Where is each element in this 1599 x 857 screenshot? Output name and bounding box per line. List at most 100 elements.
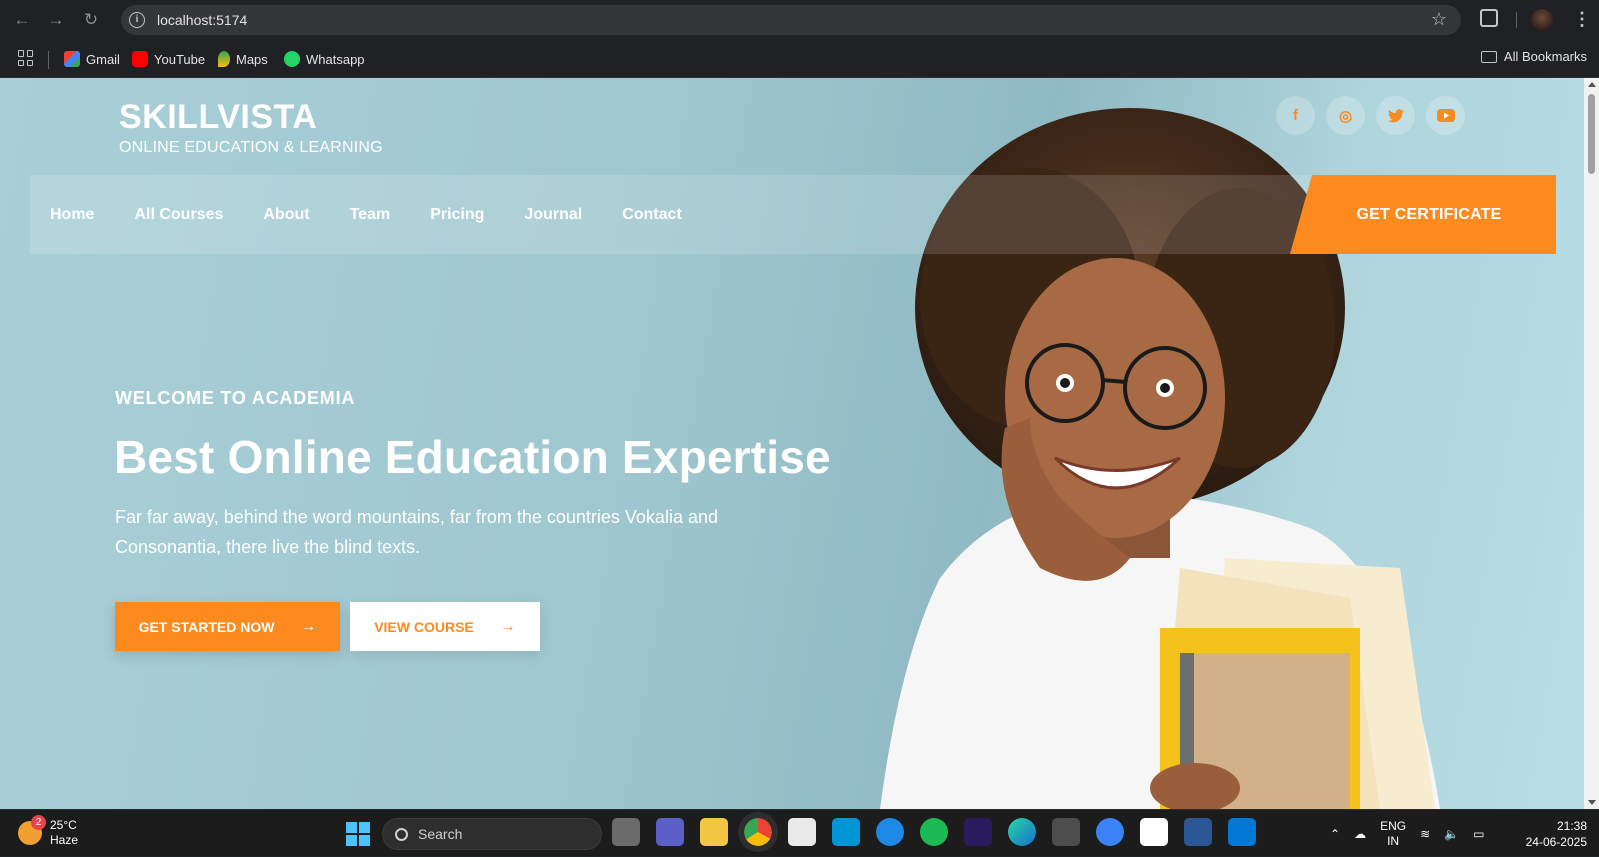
folder-icon (1480, 50, 1497, 63)
spotify-icon[interactable] (920, 818, 948, 846)
get-started-label: GET STARTED NOW (138, 618, 275, 635)
bookmark-label: Whatsapp (306, 51, 365, 67)
all-bookmarks-label: All Bookmarks (1503, 49, 1587, 64)
bookmarks-bar: Gmail YouTube Maps Whatsapp All Bookmark… (0, 40, 1599, 78)
youtube-icon[interactable] (1426, 96, 1465, 135)
bookmark-label: Maps (236, 51, 268, 67)
vscode-icon[interactable] (1228, 818, 1256, 846)
page-scrollbar[interactable] (1584, 78, 1599, 809)
nav-contact[interactable]: Contact (622, 206, 682, 224)
nav-home[interactable]: Home (50, 206, 94, 224)
address-url[interactable]: localhost:5174 (157, 12, 247, 28)
instagram-icon[interactable]: ◎ (1326, 96, 1365, 135)
bookmark-youtube[interactable]: YouTube (132, 49, 205, 69)
view-course-label: VIEW COURSE (374, 618, 474, 635)
chevron-up-icon[interactable]: ⌃ (1330, 827, 1340, 841)
gmail-icon (64, 51, 80, 67)
file-explorer-icon[interactable] (700, 818, 728, 846)
task-view-icon[interactable] (612, 818, 640, 846)
nav-links: Home All Courses About Team Pricing Jour… (50, 175, 682, 254)
get-started-button[interactable]: GET STARTED NOW → (115, 602, 340, 651)
whatsapp-icon (284, 51, 300, 67)
weather-desc: Haze (50, 833, 79, 847)
arrow-right-icon: → (300, 617, 317, 635)
chrome-icon[interactable] (738, 812, 778, 852)
browser-toolbar: ← → ↻ i localhost:5174 ☆ ⋮ (0, 0, 1599, 40)
youtube-play-glyph (1436, 109, 1455, 122)
system-tray: ⌃ ☁ ENG IN ≋ 🔈 ▭ (1330, 810, 1484, 857)
extensions-icon[interactable] (1480, 9, 1498, 27)
browser-menu-icon[interactable]: ⋮ (1573, 8, 1591, 30)
scroll-up-icon[interactable] (1588, 82, 1596, 87)
all-bookmarks[interactable]: All Bookmarks (1480, 49, 1587, 64)
hero-title: Best Online Education Expertise (114, 431, 831, 483)
get-help-icon[interactable] (876, 818, 904, 846)
clock-date: 24-06-2025 (1525, 835, 1587, 849)
onedrive-icon[interactable]: ☁ (1354, 827, 1366, 841)
wifi-icon[interactable]: ≋ (1420, 827, 1430, 841)
back-icon[interactable]: ← (11, 9, 33, 31)
teams-icon[interactable] (656, 818, 684, 846)
lang-bottom: IN (1387, 833, 1400, 848)
maps-icon (218, 51, 230, 67)
arrow-right-icon: → (499, 617, 516, 635)
hero-eyebrow: WELCOME TO ACADEMIA (115, 388, 356, 408)
haze-icon: 2 (18, 815, 46, 845)
clock-time: 21:38 (1556, 819, 1587, 833)
taskbar-search-label: Search (418, 826, 463, 842)
search-icon (395, 827, 408, 841)
get-certificate-button[interactable]: GET CERTIFICATE (1290, 175, 1556, 254)
bookmark-whatsapp[interactable]: Whatsapp (284, 49, 365, 69)
apps-grid-icon[interactable] (18, 50, 34, 66)
toolbar-divider (1516, 12, 1517, 28)
language-indicator[interactable]: ENG IN (1380, 819, 1406, 849)
capcut-icon[interactable] (1140, 818, 1168, 846)
main-navbar: Home All Courses About Team Pricing Jour… (30, 175, 1556, 254)
nav-all-courses[interactable]: All Courses (134, 206, 223, 224)
clock[interactable]: 21:38 24-06-2025 (1526, 818, 1587, 850)
bookmark-label: YouTube (154, 51, 206, 67)
bookmark-label: Gmail (86, 51, 120, 67)
volume-icon[interactable]: 🔈 (1444, 827, 1459, 841)
notification-badge: 2 (31, 815, 46, 830)
lang-top: ENG (1380, 818, 1407, 833)
bookmark-maps[interactable]: Maps (218, 49, 268, 69)
twitter-icon[interactable] (1376, 96, 1415, 135)
brand-tagline: ONLINE EDUCATION & LEARNING (119, 139, 383, 156)
reload-icon[interactable]: ↻ (80, 9, 102, 31)
bookmarks-divider (48, 51, 49, 69)
view-course-button[interactable]: VIEW COURSE → (350, 602, 540, 651)
battery-icon[interactable]: ▭ (1473, 827, 1484, 841)
edge-icon[interactable] (1008, 818, 1036, 846)
word-icon[interactable] (1184, 818, 1212, 846)
bookmark-gmail[interactable]: Gmail (64, 49, 120, 69)
myhp-icon[interactable] (832, 818, 860, 846)
bookmark-star-icon[interactable]: ☆ (1431, 9, 1447, 30)
nav-pricing[interactable]: Pricing (430, 206, 484, 224)
site-info-icon[interactable]: i (129, 12, 145, 28)
page-viewport: SKILLVISTA ONLINE EDUCATION & LEARNING f… (0, 78, 1584, 809)
address-bar[interactable]: i localhost:5174 ☆ (121, 5, 1461, 35)
taskbar-search[interactable]: Search (382, 818, 602, 850)
scroll-down-icon[interactable] (1588, 800, 1596, 805)
microsoft-store-icon[interactable] (788, 818, 816, 846)
forward-icon[interactable]: → (45, 9, 67, 31)
windows-start-icon[interactable] (346, 822, 370, 846)
nav-team[interactable]: Team (350, 206, 391, 224)
facebook-icon[interactable]: f (1276, 96, 1315, 135)
profile-avatar[interactable] (1531, 9, 1553, 31)
brand-name[interactable]: SKILLVISTA (119, 98, 383, 137)
nav-journal[interactable]: Journal (524, 206, 582, 224)
weather-widget[interactable]: 2 25°C Haze (18, 815, 79, 848)
social-links: f ◎ (1276, 96, 1465, 135)
youtube-icon (132, 51, 148, 67)
sync-icon[interactable] (1096, 818, 1124, 846)
premiere-pro-icon[interactable] (964, 818, 992, 846)
nav-about[interactable]: About (263, 206, 309, 224)
site-brand[interactable]: SKILLVISTA ONLINE EDUCATION & LEARNING (119, 98, 383, 157)
scroll-thumb[interactable] (1588, 94, 1595, 174)
hero-description: Far far away, behind the word mountains,… (115, 507, 718, 557)
sublime-text-icon[interactable] (1052, 818, 1080, 846)
os-taskbar: 2 25°C Haze Search ⌃ ☁ ENG IN ≋ 🔈 ▭ 21:3… (0, 809, 1599, 856)
taskbar-apps (612, 812, 1256, 852)
